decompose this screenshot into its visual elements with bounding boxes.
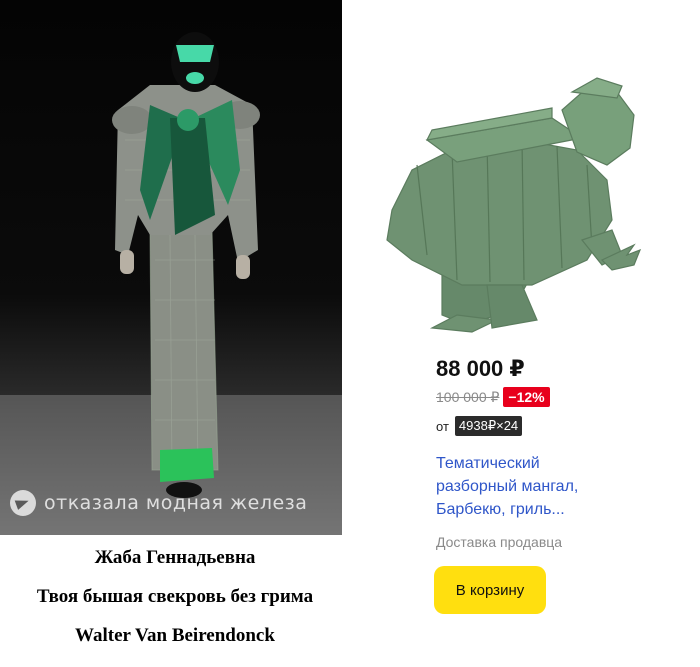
runway-model-illustration	[0, 32, 342, 535]
product-title-link[interactable]: Тематический разборный мангал, Барбекю, …	[436, 452, 611, 521]
watermark: отказала модная железа	[10, 490, 307, 516]
caption-subtitle: Твоя бышая свекровь без грима	[36, 586, 314, 607]
installment-prefix: от	[436, 418, 449, 434]
product-title-line[interactable]: Тематический	[436, 452, 611, 475]
caption-title: Жаба Геннадьевна	[94, 547, 256, 568]
frog-grill-image[interactable]	[372, 70, 642, 335]
old-price-row: 100 000 ₽ −12%	[436, 387, 550, 407]
installment-row: от 4938₽×24	[436, 416, 523, 436]
captions: Жаба Геннадьевна Твоя бышая свекровь без…	[0, 548, 350, 665]
caption-designer: Walter Van Beirendonck	[75, 625, 275, 646]
installment-badge[interactable]: 4938₽×24	[454, 416, 523, 436]
add-to-cart-button[interactable]: В корзину	[434, 566, 546, 614]
discount-badge: −12%	[503, 387, 550, 407]
price: 88 000 ₽	[436, 356, 525, 381]
telegram-icon	[10, 490, 36, 516]
runway-photo: отказала модная железа	[0, 0, 342, 535]
watermark-text: отказала модная железа	[44, 492, 308, 514]
product-title-line[interactable]: разборный мангал,	[436, 475, 611, 498]
delivery-info: Доставка продавца	[436, 534, 563, 550]
product-title-line[interactable]: Барбекю, гриль...	[436, 498, 611, 521]
old-price: 100 000 ₽	[436, 388, 500, 405]
